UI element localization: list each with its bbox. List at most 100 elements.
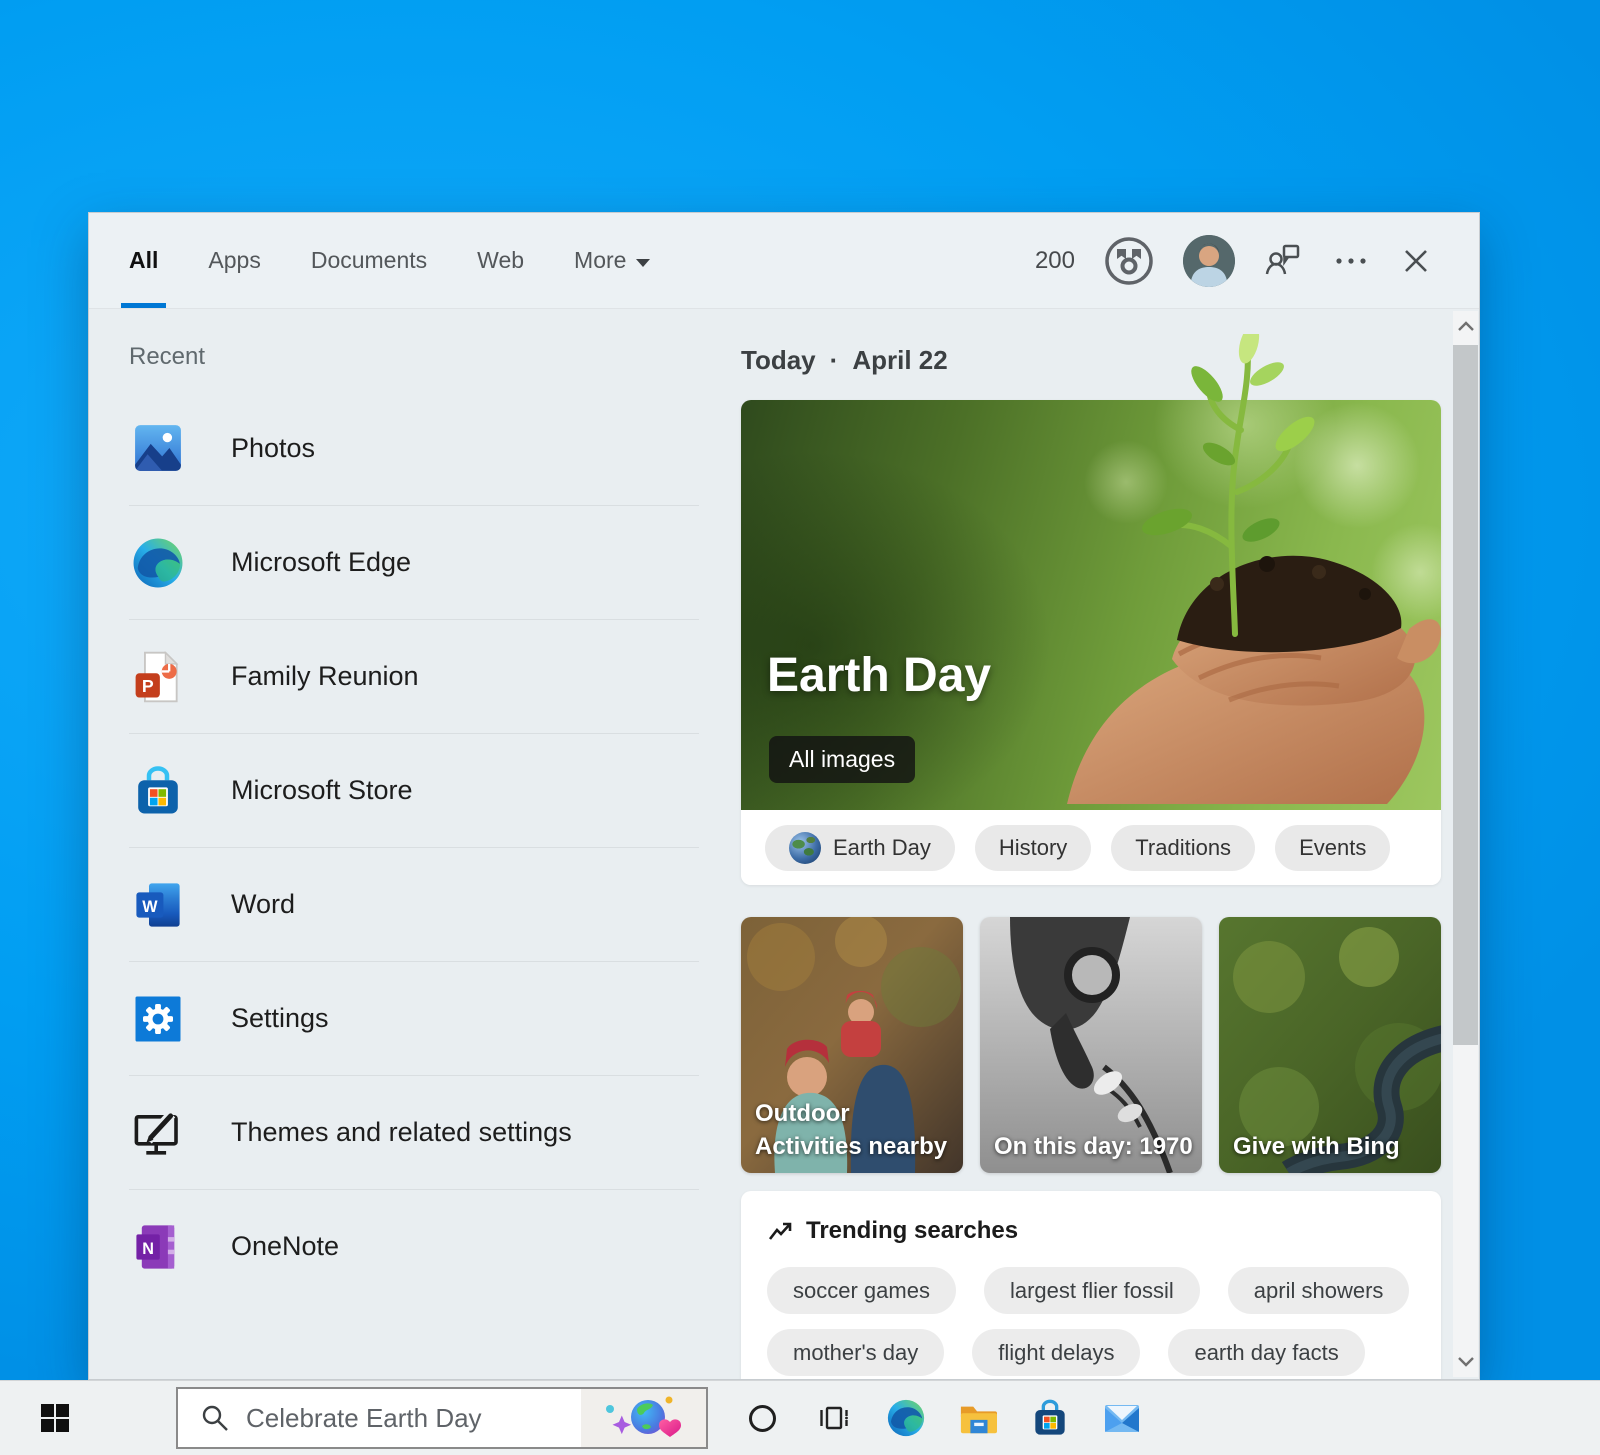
recent-item-label: Family Reunion xyxy=(231,661,419,692)
recent-heading: Recent xyxy=(129,343,699,371)
search-flyout: All Apps Documents Web More 200 xyxy=(88,212,1480,1380)
ellipsis-icon[interactable] xyxy=(1331,255,1371,267)
trending-searches-card: Trending searches soccer games largest f… xyxy=(741,1191,1441,1379)
search-icon xyxy=(200,1403,230,1433)
task-view-icon xyxy=(817,1401,851,1435)
chip-events[interactable]: Events xyxy=(1275,825,1390,871)
tab-web[interactable]: Web xyxy=(477,213,524,308)
store-taskbar-button[interactable] xyxy=(1014,1381,1086,1455)
today-label: Today xyxy=(741,345,816,376)
mail-button[interactable] xyxy=(1086,1381,1158,1455)
search-header: All Apps Documents Web More 200 xyxy=(89,213,1479,309)
scrollbar-thumb[interactable] xyxy=(1453,345,1478,1045)
all-images-button[interactable]: All images xyxy=(769,736,915,783)
onenote-icon: N xyxy=(129,1218,187,1276)
trending-heading: Trending searches xyxy=(767,1217,1417,1245)
tab-apps[interactable]: Apps xyxy=(208,213,260,308)
task-view-button[interactable] xyxy=(798,1381,870,1455)
themes-display-icon xyxy=(129,1104,187,1162)
svg-text:W: W xyxy=(142,898,158,916)
edge-taskbar-button[interactable] xyxy=(870,1381,942,1455)
tab-documents[interactable]: Documents xyxy=(311,213,427,308)
trending-pill[interactable]: earth day facts xyxy=(1168,1329,1364,1376)
hero-title: Earth Day xyxy=(767,648,991,703)
microsoft-store-icon xyxy=(129,762,187,820)
card-outdoor-activities[interactable]: Outdoor Activities nearby xyxy=(741,917,963,1173)
recent-item-label: OneNote xyxy=(231,1231,339,1262)
recent-item-word[interactable]: W Word xyxy=(129,847,699,961)
recent-item-edge[interactable]: Microsoft Edge xyxy=(129,505,699,619)
avatar[interactable] xyxy=(1183,235,1235,287)
edge-browser-icon xyxy=(129,534,187,592)
earth-day-doodle[interactable] xyxy=(581,1389,706,1447)
tab-more-label: More xyxy=(574,247,626,274)
start-button[interactable] xyxy=(0,1381,110,1455)
search-body: Recent xyxy=(89,309,1479,1379)
powerpoint-document-icon: P xyxy=(129,648,187,706)
close-icon[interactable] xyxy=(1399,244,1433,278)
feedback-icon[interactable] xyxy=(1263,241,1303,281)
earth-day-hero-image[interactable]: Earth Day All images xyxy=(741,400,1441,810)
chip-label: Earth Day xyxy=(833,835,931,861)
scroll-down-button[interactable] xyxy=(1453,1347,1478,1377)
earth-day-hero-card[interactable]: Earth Day All images xyxy=(741,400,1441,885)
recent-item-label: Microsoft Edge xyxy=(231,547,411,578)
file-explorer-button[interactable] xyxy=(942,1381,1014,1455)
chevron-down-icon xyxy=(636,259,650,267)
chip-label: Traditions xyxy=(1135,835,1231,861)
recent-item-label: Themes and related settings xyxy=(231,1117,572,1148)
chip-traditions[interactable]: Traditions xyxy=(1111,825,1255,871)
mail-icon xyxy=(1102,1400,1142,1436)
taskbar xyxy=(0,1380,1600,1455)
search-tabs: All Apps Documents Web More xyxy=(89,213,650,308)
card-label: Give with Bing xyxy=(1233,1131,1400,1163)
recent-list: Photos xyxy=(129,391,699,1303)
trending-pill[interactable]: largest flier fossil xyxy=(984,1267,1200,1314)
recent-item-settings[interactable]: Settings xyxy=(129,961,699,1075)
trending-pills: soccer games largest flier fossil april … xyxy=(767,1267,1417,1376)
earth-globe-icon xyxy=(789,832,821,864)
word-app-icon: W xyxy=(129,876,187,934)
tab-documents-label: Documents xyxy=(311,247,427,274)
taskbar-search-box[interactable] xyxy=(176,1387,708,1449)
scrollbar[interactable] xyxy=(1453,311,1478,1377)
today-heading: Today · April 22 xyxy=(741,345,1441,376)
card-on-this-day[interactable]: On this day: 1970 xyxy=(980,917,1202,1173)
search-input[interactable] xyxy=(230,1389,581,1447)
tab-all[interactable]: All xyxy=(129,213,158,308)
card-label: On this day: 1970 xyxy=(994,1131,1193,1163)
settings-gear-icon xyxy=(129,990,187,1048)
store-icon xyxy=(1030,1398,1070,1438)
recent-item-label: Word xyxy=(231,889,295,920)
tab-more[interactable]: More xyxy=(574,213,650,308)
header-actions: 200 xyxy=(1035,235,1479,287)
tab-web-label: Web xyxy=(477,247,524,274)
trending-pill[interactable]: flight delays xyxy=(972,1329,1140,1376)
recent-item-themes[interactable]: Themes and related settings xyxy=(129,1075,699,1189)
svg-text:N: N xyxy=(142,1240,154,1258)
trending-pill[interactable]: soccer games xyxy=(767,1267,956,1314)
recent-item-photos[interactable]: Photos xyxy=(129,391,699,505)
card-give-with-bing[interactable]: Give with Bing xyxy=(1219,917,1441,1173)
today-section: Today · April 22 xyxy=(741,309,1441,1379)
rewards-medal-icon[interactable] xyxy=(1103,235,1155,287)
tab-apps-label: Apps xyxy=(208,247,260,274)
card-label: Outdoor Activities nearby xyxy=(755,1098,947,1163)
recent-item-label: Settings xyxy=(231,1003,329,1034)
tab-all-label: All xyxy=(129,247,158,274)
chip-history[interactable]: History xyxy=(975,825,1091,871)
recent-item-microsoft-store[interactable]: Microsoft Store xyxy=(129,733,699,847)
scroll-up-button[interactable] xyxy=(1453,311,1478,341)
recent-item-onenote[interactable]: N OneNote xyxy=(129,1189,699,1303)
chip-earth-day[interactable]: Earth Day xyxy=(765,825,955,871)
rewards-points: 200 xyxy=(1035,247,1075,275)
chip-label: Events xyxy=(1299,835,1366,861)
trending-pill[interactable]: mother's day xyxy=(767,1329,944,1376)
trending-pill[interactable]: april showers xyxy=(1228,1267,1410,1314)
recent-item-label: Photos xyxy=(231,433,315,464)
recent-item-label: Microsoft Store xyxy=(231,775,413,806)
cortana-button[interactable] xyxy=(726,1381,798,1455)
cortana-icon xyxy=(749,1405,776,1432)
desktop: All Apps Documents Web More 200 xyxy=(0,0,1600,1455)
recent-item-family-reunion[interactable]: P Family Reunion xyxy=(129,619,699,733)
